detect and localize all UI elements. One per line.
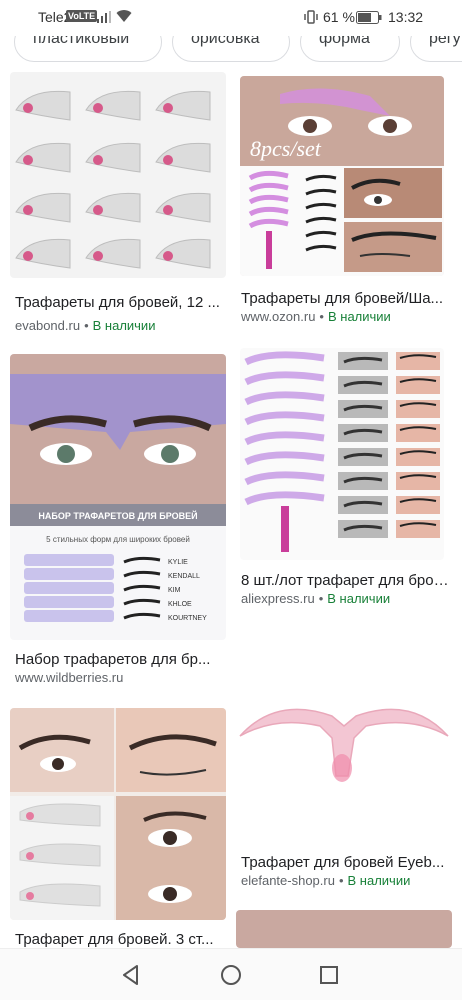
separator-dot: • [84,318,89,333]
chip-shape[interactable]: форма [300,36,400,62]
result-title[interactable]: 8 шт./лот трафарет для бров... [241,572,449,589]
result-card[interactable]: Трафарет для бровей. 3 ст... [10,708,226,948]
result-domain: www.wildberries.ru [15,670,124,685]
home-icon[interactable] [217,961,245,989]
kit-subtitle: 5 стильных форм для широких бровей [46,535,190,544]
result-card[interactable]: 8 шт./лот трафарет для бров... aliexpres… [236,344,452,614]
stencil-set-image: 8pcs/set [240,76,444,276]
vibrate-icon [304,10,318,24]
result-title[interactable]: Набор трафаретов для бр... [15,651,223,668]
stencil-lot-image [244,351,440,552]
result-card[interactable]: НАБОР ТРАФАРЕТОВ ДЛЯ БРОВЕЙ 5 стильных ф… [10,354,226,698]
result-card[interactable]: Трафарет для бровей Eyeb... elefante-sho… [236,626,452,898]
shape-label: KOURTNEY [168,615,207,622]
back-icon[interactable] [117,961,145,989]
filter-chips: пластиковый орисовка форма регу [0,36,462,66]
single-stencil-image [239,708,449,782]
separator-dot: • [319,309,324,324]
stock-status: В наличии [347,873,411,888]
stock-status: В наличии [327,591,391,606]
battery-percent: 61 % [323,9,355,25]
separator-dot: • [318,591,324,606]
chip-adjustable[interactable]: регу [410,36,462,62]
result-image[interactable] [236,626,452,836]
result-card[interactable]: 8pcs/set Трафареты для бровей/Ша... www.… [236,72,452,340]
stock-status: В наличии [92,318,156,333]
stencil-how-to-image [10,708,226,920]
shape-label: KENDALL [168,573,200,580]
chip-plastic[interactable]: пластиковый [14,36,162,62]
result-image[interactable]: 8pcs/set [240,76,444,276]
stock-status: В наличии [327,309,391,324]
result-meta: evabond.ru • В наличии [15,318,155,333]
separator-dot: • [338,873,344,888]
result-title[interactable]: Трафарет для бровей Eyeb... [241,854,449,871]
result-image[interactable]: НАБОР ТРАФАРЕТОВ ДЛЯ БРОВЕЙ 5 стильных ф… [10,354,226,640]
result-meta: aliexpress.ru • В наличии [241,591,390,606]
stencil-grid-image [15,90,211,269]
shape-label: KYLIE [168,559,188,566]
overlay-text: 8pcs/set [250,136,322,161]
shape-label: KHLOE [168,601,192,608]
status-bar: Tele2 VoLTE 61 % 13:32 [0,0,462,36]
kit-banner-text: НАБОР ТРАФАРЕТОВ ДЛЯ БРОВЕЙ [38,510,197,521]
result-image[interactable] [10,72,226,278]
result-meta: www.wildberries.ru [15,670,123,685]
system-nav-bar [0,948,462,1000]
result-meta: www.ozon.ru • В наличии [241,309,391,324]
result-domain: aliexpress.ru [241,591,315,606]
result-image[interactable] [236,910,452,948]
stencil-kit-image: НАБОР ТРАФАРЕТОВ ДЛЯ БРОВЕЙ 5 стильных ф… [10,354,226,622]
result-title[interactable]: Трафарет для бровей. 3 ст... [15,931,223,948]
wifi-icon [116,10,132,22]
clock: 13:32 [388,9,424,25]
result-title[interactable]: Трафареты для бровей/Ша... [241,290,449,307]
result-image[interactable] [10,708,226,920]
result-domain: elefante-shop.ru [241,873,335,888]
result-image[interactable] [240,348,444,560]
result-meta: elefante-shop.ru • В наличии [241,873,410,888]
result-domain: evabond.ru [15,318,81,333]
battery-icon [356,11,382,24]
signal-icon [97,11,111,23]
shape-label: KIM [168,587,181,594]
result-domain: www.ozon.ru [241,309,316,324]
result-title[interactable]: Трафареты для бровей, 12 ... [15,294,223,311]
volte-badge: VoLTE [66,10,98,22]
chip-drawing[interactable]: орисовка [172,36,290,62]
recents-icon[interactable] [315,961,343,989]
result-card[interactable]: Трафареты для бровей, 12 ... evabond.ru •… [10,72,226,348]
